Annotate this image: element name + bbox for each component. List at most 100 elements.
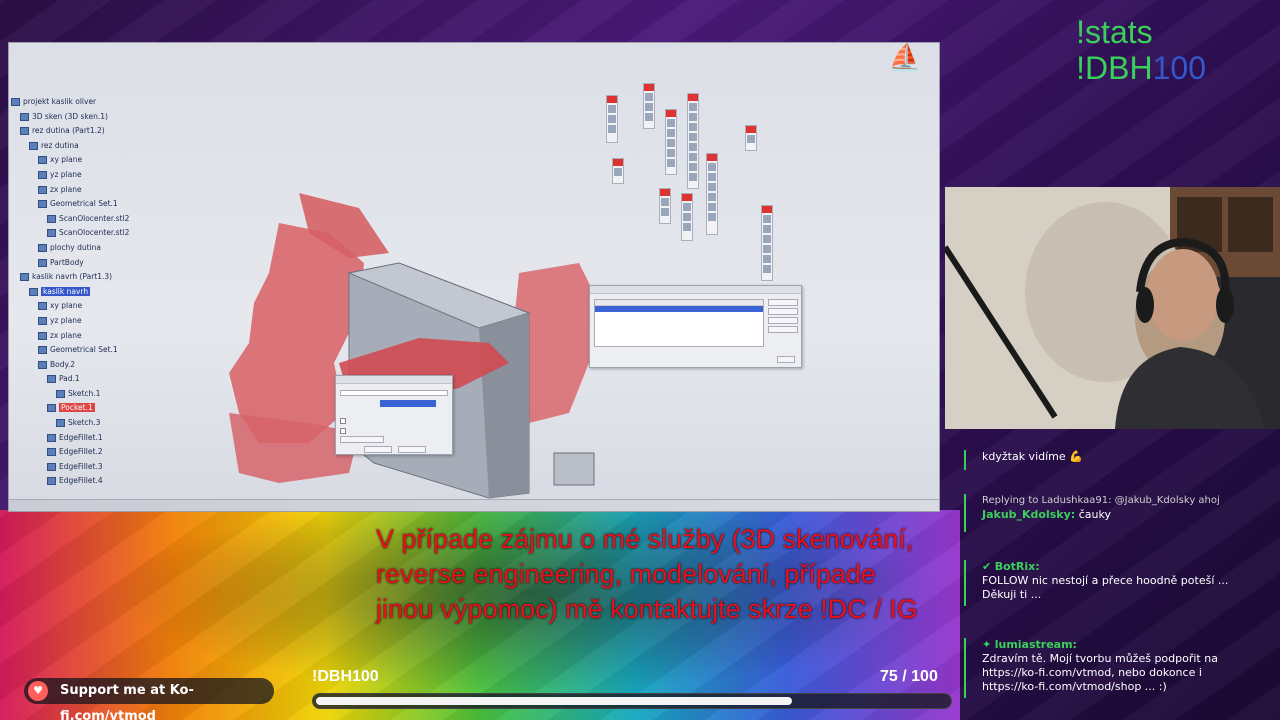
bottom-toolbar[interactable] — [9, 499, 939, 511]
trim-checkbox[interactable] — [340, 428, 346, 434]
tree-node[interactable]: EdgeFillet.2 — [11, 445, 161, 460]
tree-node[interactable]: 3D sken (3D sken.1) — [11, 110, 161, 125]
kofi-cup-icon: ♥ — [28, 681, 48, 701]
tree-node[interactable]: kaslik navrh (Part1.3) — [11, 270, 161, 285]
floating-toolbar[interactable] — [687, 93, 699, 189]
webcam-image — [945, 187, 1280, 429]
floating-toolbar[interactable] — [706, 153, 718, 235]
compass-icon[interactable]: ⛵ — [889, 43, 921, 73]
tree-node[interactable]: rez dutina (Part1.2) — [11, 124, 161, 139]
floating-toolbar[interactable] — [745, 125, 757, 151]
objects-field[interactable] — [380, 400, 436, 407]
tree-node-icon — [20, 127, 29, 136]
edge-fillet-dialog[interactable] — [335, 375, 453, 455]
tree-node-icon — [38, 346, 47, 355]
dialog-title — [590, 286, 801, 294]
chat-message: kdyžtak vidíme 💪 — [964, 450, 1260, 470]
tree-node[interactable]: zx plane — [11, 183, 161, 198]
tree-node-label: ScanOlocenter.stl2 — [59, 228, 130, 238]
tree-node-label: EdgeFillet.3 — [59, 461, 103, 471]
floating-toolbar[interactable] — [606, 95, 618, 143]
tree-node-label: kaslik navrh — [41, 286, 91, 296]
chat-username[interactable]: BotRix: — [995, 560, 1040, 573]
tree-node[interactable]: ScanOlocenter.stl2 — [11, 212, 161, 227]
chat-username[interactable]: lumiastream: — [995, 638, 1077, 651]
tree-node[interactable]: yz plane — [11, 168, 161, 183]
update-diagnosis-dialog[interactable] — [589, 285, 802, 368]
tree-node-label: Geometrical Set.1 — [50, 199, 118, 209]
tree-node[interactable]: zx plane — [11, 329, 161, 344]
tree-node-label: zx plane — [50, 330, 82, 340]
tree-node-icon — [38, 360, 47, 369]
tree-node[interactable]: kaslik navrh — [11, 285, 161, 300]
tree-node-label: yz plane — [50, 169, 82, 179]
tree-node[interactable]: Pad.1 — [11, 372, 161, 387]
tree-node[interactable]: PartBody — [11, 256, 161, 271]
close-button[interactable] — [777, 356, 795, 363]
tree-node-label: 3D sken (3D sken.1) — [32, 111, 108, 121]
tree-node-label: rez dutina (Part1.2) — [32, 126, 105, 136]
chat-text: FOLLOW nic nestojí a přece hoodně poteší… — [982, 574, 1229, 601]
tree-node-icon — [38, 316, 47, 325]
more-button[interactable] — [340, 436, 384, 443]
floating-toolbar[interactable] — [643, 83, 655, 129]
floating-toolbar[interactable] — [761, 205, 773, 281]
tree-node-icon — [47, 375, 56, 384]
tree-node[interactable]: yz plane — [11, 314, 161, 329]
chat-text: Zdravím tě. Mojí tvorbu můžeš podpořit n… — [982, 652, 1218, 693]
dialog-side-buttons[interactable] — [768, 299, 798, 335]
tree-node-label: projekt kaslik oliver — [23, 97, 97, 106]
tree-node[interactable]: ScanOlocenter.stl2 — [11, 226, 161, 241]
tree-node[interactable]: Geometrical Set.1 — [11, 343, 161, 358]
kofi-label: Support me at Ko-fi.com/vtmod — [60, 683, 194, 720]
tree-node[interactable]: Sketch.3 — [11, 416, 161, 431]
propagation-field[interactable] — [340, 390, 448, 396]
stats-overlay: !stats !DBH100 — [1076, 14, 1206, 86]
tree-node-icon — [20, 112, 29, 121]
tree-node-icon — [38, 258, 47, 267]
tree-node-icon — [20, 273, 29, 282]
diagnosis-list[interactable] — [594, 299, 764, 347]
goal-progress-bar — [312, 693, 952, 709]
tree-node[interactable]: EdgeFillet.1 — [11, 431, 161, 446]
tree-node[interactable]: projekt kaslik oliver — [11, 95, 161, 110]
floating-toolbar[interactable] — [665, 109, 677, 175]
chat-message: ✔ BotRix: FOLLOW nic nestojí a přece hoo… — [964, 560, 1260, 606]
floating-toolbar[interactable] — [681, 193, 693, 241]
floating-toolbar[interactable] — [612, 158, 624, 184]
tree-node-icon — [47, 214, 56, 223]
kofi-banner[interactable]: ♥ Support me at Ko-fi.com/vtmod — [24, 678, 274, 720]
tree-node[interactable]: xy plane — [11, 153, 161, 168]
goal-progress-fill — [316, 697, 792, 705]
tree-node[interactable]: Geometrical Set.1 — [11, 197, 161, 212]
tree-node[interactable]: rez dutina — [11, 139, 161, 154]
chat-message: Replying to Ladushkaa91: @Jakub_Kdolsky … — [964, 494, 1260, 532]
tree-node-label: Body.2 — [50, 359, 76, 369]
promo-caption: V případe zájmu o mé služby (3D skenován… — [376, 524, 918, 624]
tree-node-label: yz plane — [50, 315, 82, 325]
tree-node[interactable]: EdgeFillet.3 — [11, 460, 161, 475]
complementary-checkbox[interactable] — [340, 418, 346, 424]
tree-node[interactable]: Sketch.1 — [11, 387, 161, 402]
tree-node-icon — [47, 229, 56, 238]
tree-node[interactable]: Pocket.1 — [11, 401, 161, 416]
floating-toolbar[interactable] — [659, 188, 671, 224]
tree-node-label: Geometrical Set.1 — [50, 345, 118, 355]
specification-tree[interactable]: projekt kaslik oliver 3D sken (3D sken.1)… — [11, 95, 161, 489]
chat-username[interactable]: Jakub_Kdolsky: — [982, 508, 1075, 521]
bot-icon: ✦ — [982, 638, 992, 651]
tree-node-label: EdgeFillet.2 — [59, 447, 103, 457]
tree-node-icon — [29, 141, 38, 150]
tree-node-icon — [38, 200, 47, 209]
ok-button[interactable] — [364, 446, 392, 453]
tree-node[interactable]: Body.2 — [11, 358, 161, 373]
tree-node[interactable]: plochy dutina — [11, 241, 161, 256]
cancel-button[interactable] — [398, 446, 426, 453]
tree-node-label: zx plane — [50, 184, 82, 194]
dialog-title — [336, 376, 452, 384]
tree-node[interactable]: xy plane — [11, 299, 161, 314]
tree-node-icon — [29, 287, 38, 296]
tree-node-icon — [56, 419, 65, 428]
tree-node-label: rez dutina — [41, 140, 79, 150]
tree-node[interactable]: EdgeFillet.4 — [11, 474, 161, 489]
